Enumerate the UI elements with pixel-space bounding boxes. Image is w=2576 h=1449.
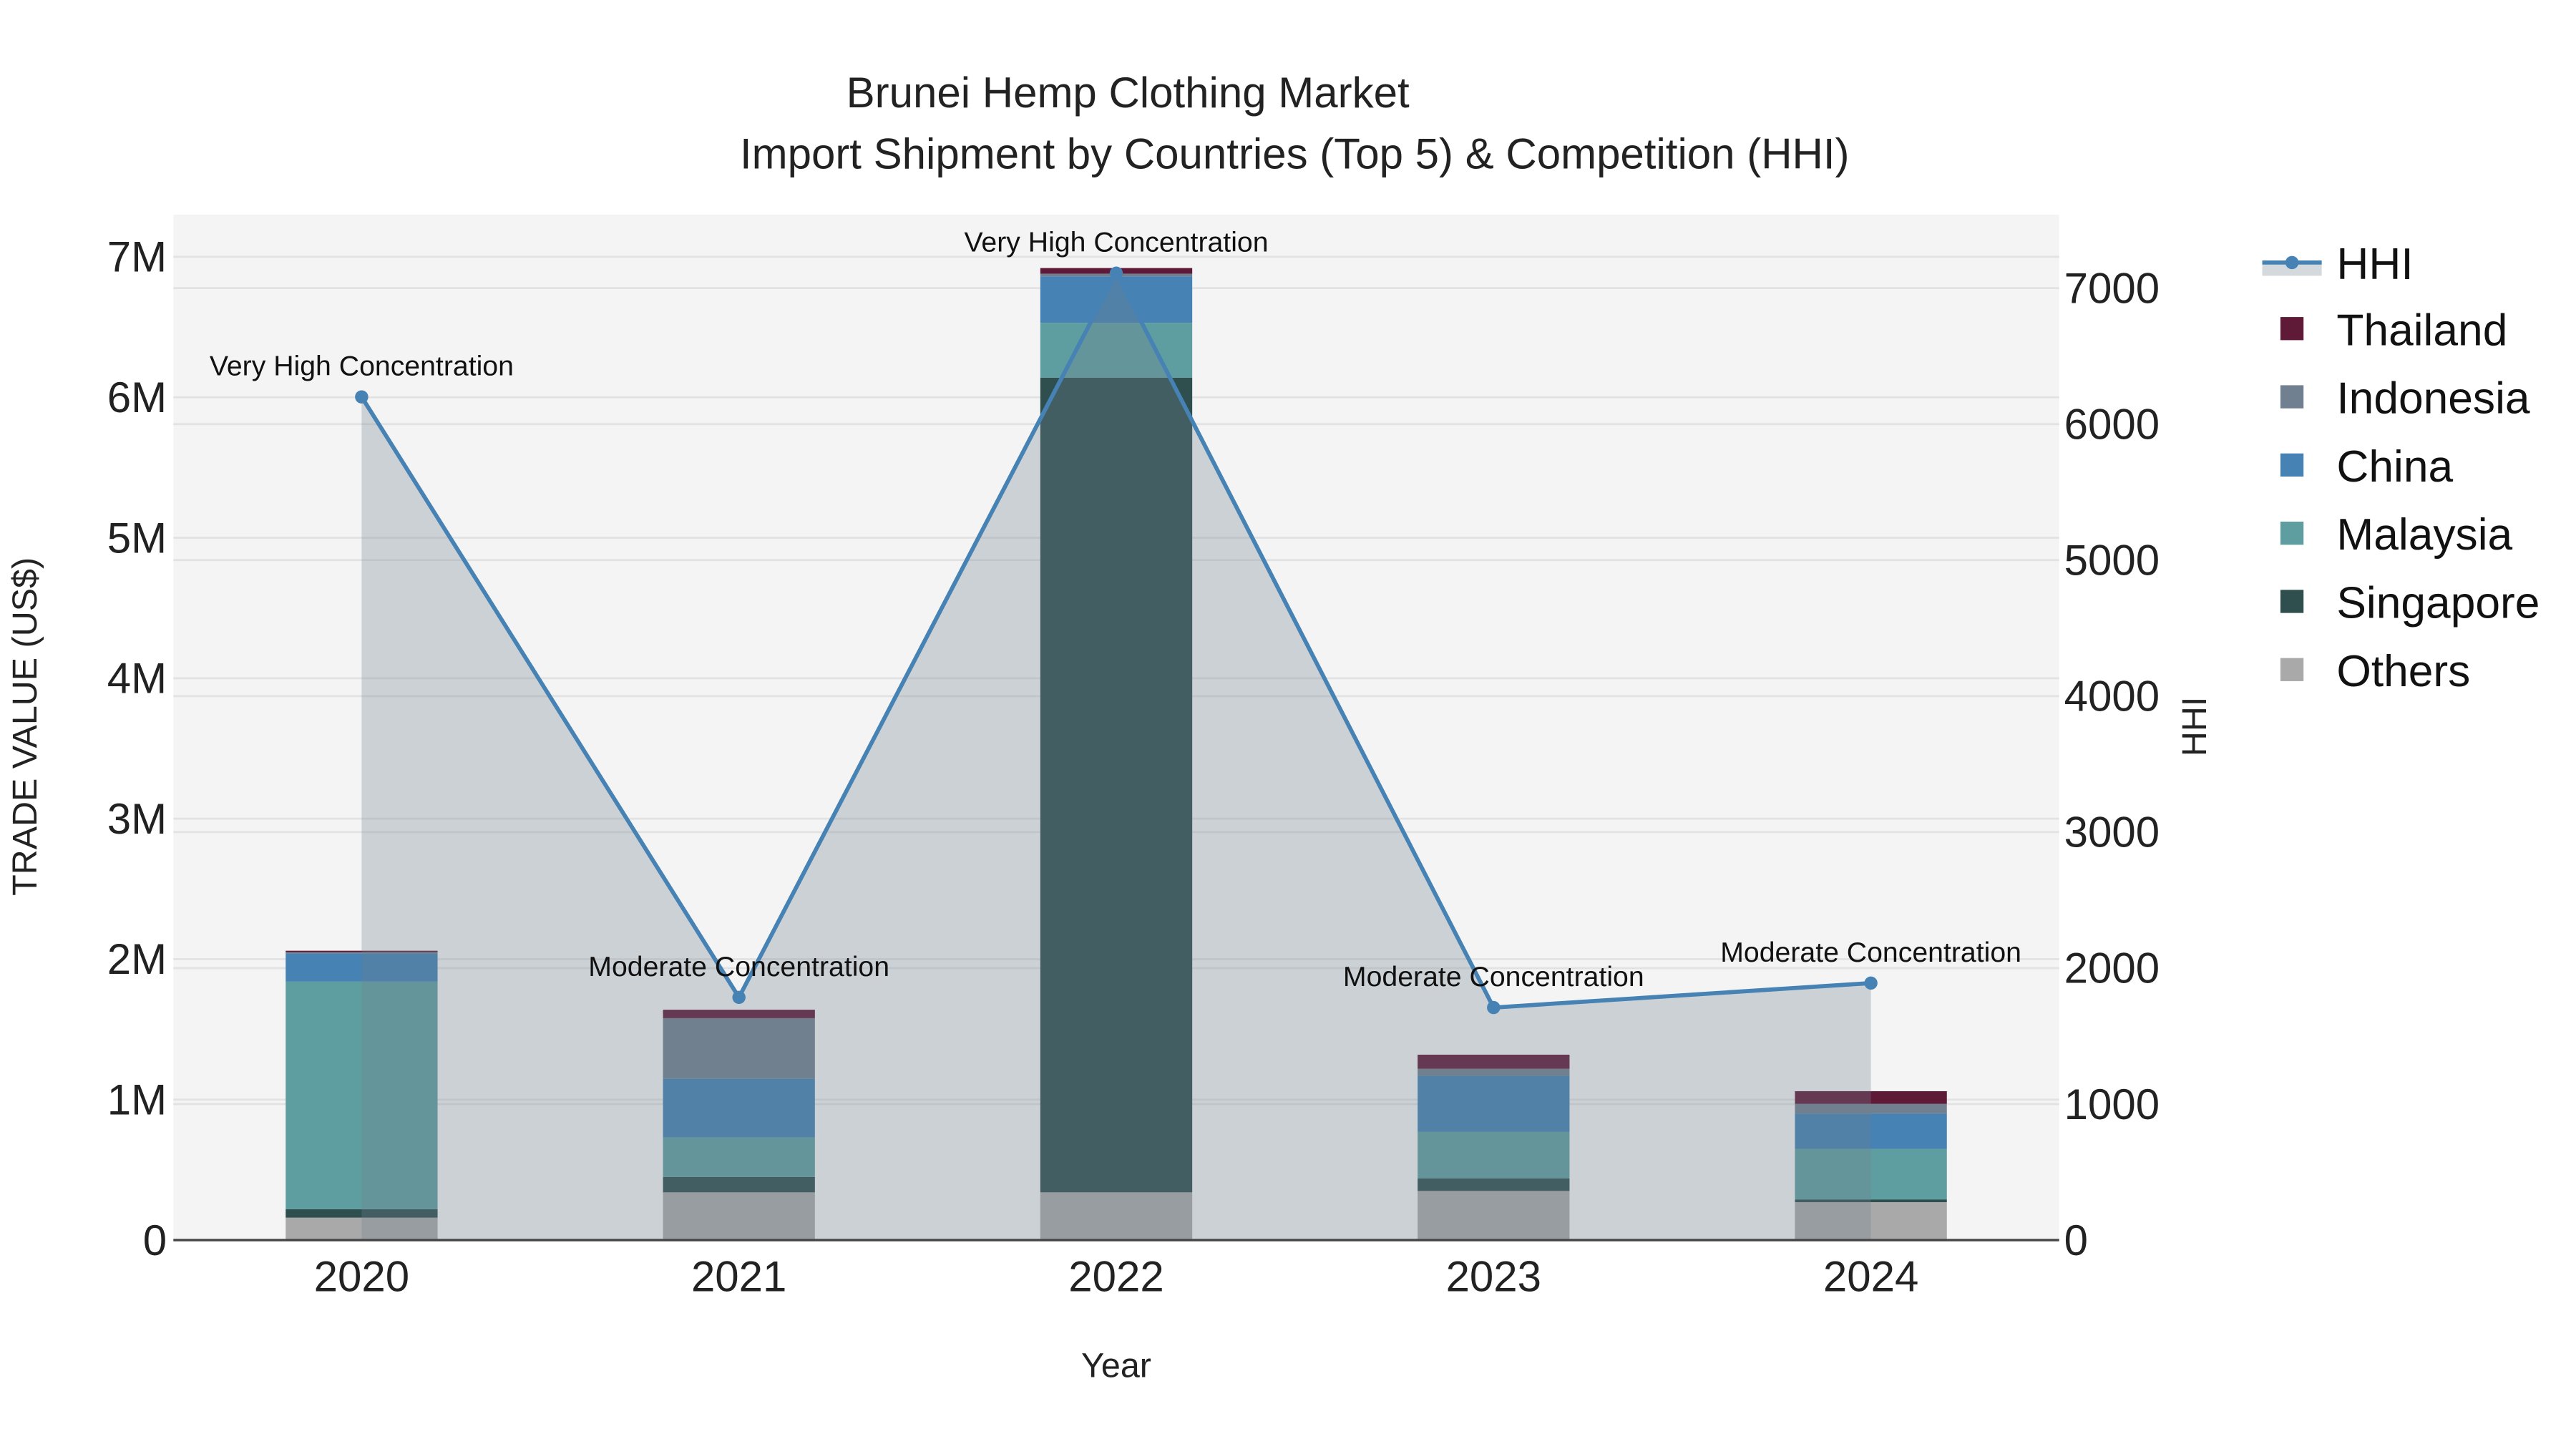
- hhi-annotation: Moderate Concentration: [1720, 937, 2021, 968]
- y-tick-label: 2M: [107, 935, 167, 983]
- legend-label-singapore: Singapore: [2336, 579, 2540, 628]
- y2-tick-label: 2000: [2064, 945, 2160, 992]
- x-tick-label: 2022: [1068, 1253, 1163, 1301]
- legend-label-thailand: Thailand: [2336, 306, 2507, 355]
- hhi-annotation: Very High Concentration: [964, 227, 1268, 258]
- y-tick-label: 3M: [107, 795, 167, 843]
- x-tick-label: 2020: [314, 1253, 409, 1301]
- y2-tick-label: 5000: [2064, 537, 2160, 585]
- y-axis-label: TRADE VALUE (US$): [6, 557, 44, 896]
- hhi-point-2021: [732, 990, 746, 1005]
- legend-swatch-indonesia: [2280, 385, 2304, 409]
- hhi-point-2022: [1109, 266, 1123, 280]
- legend-swatch-thailand: [2280, 317, 2304, 341]
- y2-axis-label: HHI: [2175, 697, 2214, 756]
- legend-label-indonesia: Indonesia: [2336, 374, 2530, 424]
- legend-swatch-malaysia: [2280, 522, 2304, 545]
- x-tick-label: 2023: [1446, 1253, 1541, 1301]
- y2-tick-label: 6000: [2064, 400, 2160, 448]
- y-tick-label: 6M: [107, 374, 167, 421]
- legend-label-china: China: [2336, 442, 2453, 492]
- x-tick-label: 2021: [691, 1253, 786, 1301]
- chart-title: Brunei Hemp Clothing Market: [847, 69, 1410, 117]
- y2-tick-label: 0: [2064, 1216, 2088, 1264]
- legend-swatch-china: [2280, 453, 2304, 477]
- chart: Very High Concentration Moderate Concentr…: [0, 0, 2576, 1449]
- x-axis-label: Year: [1081, 1347, 1151, 1385]
- legend-hhi-marker: [2285, 255, 2299, 270]
- legend-label-malaysia: Malaysia: [2336, 510, 2512, 560]
- hhi-point-2024: [1864, 976, 1878, 990]
- y2-tick-label: 7000: [2064, 264, 2160, 312]
- hhi-annotation: Moderate Concentration: [588, 951, 889, 982]
- y-tick-label: 5M: [107, 514, 167, 562]
- legend-swatch-singapore: [2280, 590, 2304, 613]
- legend-swatch-others: [2280, 658, 2304, 681]
- hhi-point-2023: [1487, 1000, 1501, 1015]
- y2-tick-label: 3000: [2064, 809, 2160, 857]
- hhi-annotation: Very High Concentration: [210, 351, 514, 382]
- x-tick-label: 2024: [1823, 1253, 1918, 1301]
- y-tick-label: 4M: [107, 655, 167, 703]
- y-tick-label: 0: [143, 1216, 167, 1264]
- y2-tick-label: 4000: [2064, 673, 2160, 721]
- legend-label-others: Others: [2336, 647, 2470, 696]
- y-tick-label: 1M: [107, 1076, 167, 1124]
- legend-label-hhi: HHI: [2336, 240, 2413, 289]
- y-tick-label: 7M: [107, 233, 167, 281]
- y2-tick-label: 1000: [2064, 1080, 2160, 1128]
- chart-subtitle: Import Shipment by Countries (Top 5) & C…: [740, 130, 1850, 177]
- hhi-annotation: Moderate Concentration: [1343, 961, 1644, 992]
- hhi-point-2020: [355, 390, 369, 404]
